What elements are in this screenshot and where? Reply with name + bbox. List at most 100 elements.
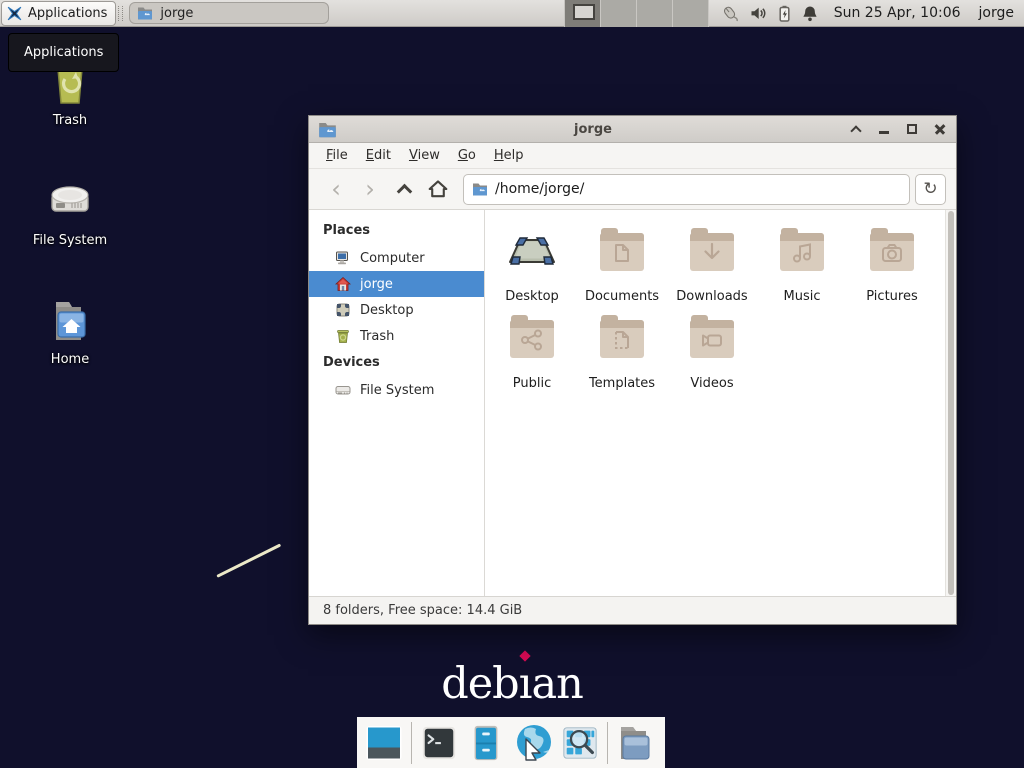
taskbar-window-button[interactable]: jorge — [129, 2, 329, 24]
back-button[interactable]: ‹ — [319, 174, 353, 204]
dock-separator — [411, 722, 412, 764]
debian-logo-text: an — [531, 659, 582, 709]
sidebar-item-file-system[interactable]: File System — [309, 377, 484, 403]
dock-show-desktop-button[interactable] — [364, 722, 404, 764]
battery-tray-icon[interactable] — [778, 5, 791, 22]
up-button[interactable] — [387, 174, 421, 204]
home-icon — [428, 179, 448, 199]
folder-label: Templates — [589, 376, 655, 391]
sidebar-item-computer[interactable]: Computer — [309, 245, 484, 271]
workspace-3[interactable] — [637, 0, 673, 27]
dock-app-finder-button[interactable] — [560, 722, 600, 764]
desktop-icon-home[interactable]: Home — [22, 297, 118, 367]
panel-clock[interactable]: Sun 25 Apr, 10:06 — [834, 5, 961, 21]
volume-tray-icon[interactable] — [750, 6, 767, 21]
terminal-icon — [420, 724, 458, 762]
house-icon — [335, 276, 351, 292]
applications-menu-label: Applications — [28, 6, 107, 21]
workspace-4[interactable] — [673, 0, 709, 27]
dock-web-browser-button[interactable] — [513, 722, 553, 764]
folder-item-videos[interactable]: Videos — [667, 315, 757, 391]
statusbar-text: 8 folders, Free space: 14.4 GiB — [323, 603, 522, 618]
dock-directory-button[interactable] — [615, 722, 655, 764]
sidebar-item-label: Trash — [360, 329, 394, 344]
share-icon — [508, 315, 556, 363]
taskbar-window-label: jorge — [160, 6, 193, 21]
panel-user-menu[interactable]: jorge — [979, 5, 1014, 21]
folder-label: Pictures — [866, 289, 917, 304]
window-title: jorge — [337, 122, 849, 137]
sidebar-item-jorge[interactable]: jorge — [309, 271, 484, 297]
reload-icon: ↻ — [923, 179, 937, 199]
forward-button[interactable]: › — [353, 174, 387, 204]
minimize-button[interactable] — [877, 122, 891, 136]
menu-go[interactable]: Go — [449, 144, 485, 167]
folder-item-templates[interactable]: Templates — [577, 315, 667, 391]
dock-separator — [607, 722, 608, 764]
folder-item-documents[interactable]: Documents — [577, 228, 667, 304]
xfce-logo-icon — [6, 5, 23, 22]
sidebar-item-label: File System — [360, 383, 434, 398]
sidebar-header-places: Places — [309, 217, 484, 245]
statusbar: 8 folders, Free space: 14.4 GiB — [309, 596, 956, 624]
sidebar-item-label: Desktop — [360, 303, 414, 318]
desktop-icon-label: Home — [22, 352, 118, 367]
path-bar[interactable]: /home/jorge/ — [463, 174, 910, 205]
back-icon: ‹ — [331, 177, 341, 201]
folder-label: Downloads — [676, 289, 747, 304]
system-tray — [721, 5, 818, 22]
forward-icon: › — [365, 177, 375, 201]
camera-icon — [868, 228, 916, 276]
web-browser-icon — [513, 723, 553, 763]
applications-tooltip: Applications — [8, 33, 119, 72]
folder-item-pictures[interactable]: Pictures — [847, 228, 937, 304]
applications-menu-button[interactable]: Applications — [1, 1, 116, 26]
folder-item-music[interactable]: Music — [757, 228, 847, 304]
workspace-2[interactable] — [601, 0, 637, 27]
dock-terminal-button[interactable] — [419, 722, 459, 764]
folder-label: Desktop — [505, 289, 559, 304]
hard-drive-icon — [46, 178, 94, 226]
sidebar-item-desktop[interactable]: Desktop — [309, 297, 484, 323]
folder-item-desktop[interactable]: Desktop — [487, 228, 577, 304]
template-document-icon — [598, 315, 646, 363]
workspace-window-preview — [573, 4, 595, 20]
menubar: File Edit View Go Help — [309, 143, 956, 169]
home-button[interactable] — [421, 174, 455, 204]
folder-item-public[interactable]: Public — [487, 315, 577, 391]
menu-help[interactable]: Help — [485, 144, 533, 167]
file-cabinet-icon — [467, 724, 505, 762]
menu-view[interactable]: View — [400, 144, 449, 167]
desktop-root: Trash File System Home debıan — [0, 0, 1024, 768]
vertical-scrollbar[interactable] — [945, 210, 956, 596]
show-desktop-icon — [364, 723, 404, 763]
folder-label: Documents — [585, 289, 659, 304]
maximize-button[interactable] — [905, 122, 919, 136]
path-folder-icon — [472, 181, 488, 197]
sidebar-item-trash[interactable]: Trash — [309, 323, 484, 349]
folder-view[interactable]: Desktop Documents — [485, 210, 956, 596]
home-folder-icon — [46, 297, 94, 345]
folder-item-downloads[interactable]: Downloads — [667, 228, 757, 304]
window-folder-icon — [318, 120, 337, 139]
scrollbar-thumb[interactable] — [948, 211, 954, 595]
menu-file[interactable]: File — [317, 144, 357, 167]
debian-logo: debıan — [0, 659, 1024, 709]
folder-label: Videos — [690, 376, 733, 391]
titlebar[interactable]: jorge — [309, 116, 956, 143]
folder-label: Public — [513, 376, 551, 391]
menu-edit[interactable]: Edit — [357, 144, 400, 167]
close-button[interactable] — [933, 122, 947, 136]
notifications-tray-icon[interactable] — [802, 5, 818, 22]
trash-icon — [335, 328, 351, 344]
reload-button[interactable]: ↻ — [915, 174, 946, 205]
file-manager-window: jorge File Edit View Go Help ‹ › — [308, 115, 957, 625]
top-panel: Applications jorge — [0, 0, 1024, 27]
workspace-1[interactable] — [565, 0, 601, 27]
panel-grip[interactable] — [118, 6, 123, 21]
dock-file-manager-button[interactable] — [466, 722, 506, 764]
desktop-special-icon — [508, 228, 556, 276]
mouse-tray-icon[interactable] — [721, 5, 739, 22]
shade-button[interactable] — [849, 122, 863, 136]
desktop-icon-file-system[interactable]: File System — [22, 178, 118, 248]
